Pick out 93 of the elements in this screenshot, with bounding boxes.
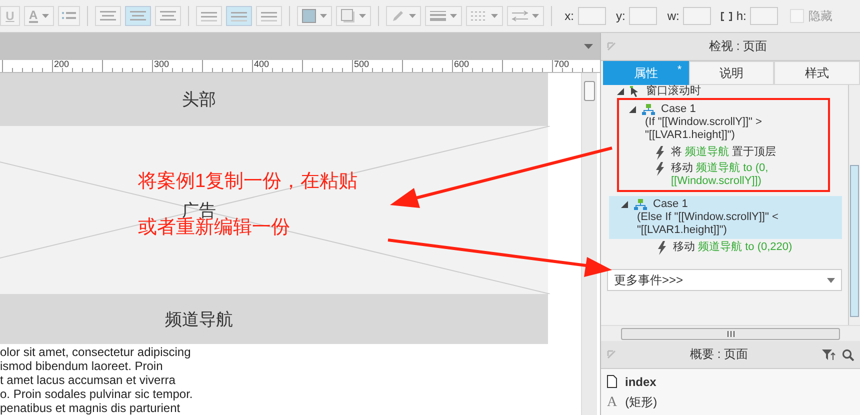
tab[interactable]: 说明 — [688, 61, 774, 85]
align-button[interactable] — [94, 6, 121, 26]
paragraph-line: olor sit amet, consectetur adipiscing — [0, 345, 192, 359]
collapse-icon — [607, 42, 616, 51]
lightning-icon — [655, 162, 665, 176]
paragraph-line: o. Proin sodales pulvinar sic tempor. — [0, 387, 194, 401]
pencil-icon — [390, 9, 405, 23]
event-dropdown[interactable]: 更多事件>>> — [607, 269, 842, 291]
annotation-text: 或者重新编辑一份 — [138, 217, 290, 240]
lines-icon — [260, 10, 278, 22]
input-field[interactable] — [683, 7, 712, 25]
block-label: 广告 — [182, 200, 216, 220]
case-title: Case 1 — [653, 198, 688, 211]
line-width-button[interactable] — [424, 6, 462, 26]
color-swatch-icon — [302, 9, 316, 23]
block-label: 头部 — [182, 89, 216, 111]
align-button[interactable] — [154, 6, 181, 26]
case-condition: (If "[[Window.scrollY]]" > "[[LVAR1.height]]") — [644, 116, 763, 142]
arrow-style-button[interactable] — [506, 6, 544, 26]
filter-icon — [822, 348, 836, 360]
scrollbar[interactable] — [848, 85, 860, 325]
scroll-thumb[interactable] — [584, 81, 595, 101]
list-button[interactable] — [58, 6, 80, 26]
field-label: x: — [564, 9, 574, 23]
checkbox-label: 隐藏 — [808, 8, 832, 24]
field-label: w: — [667, 9, 680, 23]
modified-label: * — [677, 64, 682, 76]
dashed-lines-icon — [470, 10, 487, 22]
page-icon — [607, 375, 617, 388]
outline-item[interactable]: index — [625, 374, 656, 388]
shadow-icon — [340, 9, 355, 23]
collapse-icon — [607, 350, 616, 359]
lines-icon — [200, 10, 218, 22]
expand-icon — [629, 106, 636, 113]
panel-title: 检视 : 页面 — [708, 38, 768, 55]
input-field[interactable] — [750, 7, 778, 25]
panel-title: 概要 : 页面 — [688, 346, 749, 363]
input-field[interactable] — [578, 7, 606, 25]
scrollbar[interactable] — [601, 325, 860, 341]
case-header[interactable]: Case 1 (Else If "[[Window.scrollY]]" < "[[LVAR1.height]]") — [609, 196, 842, 239]
align-icon — [158, 10, 177, 22]
ruler-label: 500 — [354, 59, 370, 69]
outline-item[interactable]: (矩形) — [625, 394, 658, 411]
event-label: 窗口滚动时 — [646, 85, 701, 97]
tab[interactable]: 样式 — [774, 61, 860, 85]
paragraph-line: t amet lacus accumsan et viverra — [0, 373, 176, 387]
scroll-thumb[interactable] — [850, 165, 859, 317]
vertical-align-button[interactable] — [256, 6, 282, 26]
line-color-button[interactable] — [386, 6, 421, 26]
search-icon — [842, 348, 854, 360]
text-shape-icon: A — [607, 394, 618, 410]
paragraph-line: ismod bibendum laoreet. Proin — [0, 359, 164, 373]
lightning-icon — [657, 241, 667, 255]
lines-icon — [230, 10, 248, 22]
scrollbar[interactable] — [581, 73, 597, 415]
grip-icon — [726, 331, 736, 337]
ruler-label: 200 — [54, 59, 70, 69]
line-width-icon — [430, 10, 446, 22]
lightning-icon — [655, 146, 665, 160]
action-text: 移动 频道导航 to (0,220) — [673, 241, 792, 254]
case-icon — [642, 104, 655, 115]
block-label: 频道导航 — [165, 308, 234, 330]
input-field[interactable] — [629, 7, 658, 25]
checkbox[interactable] — [790, 9, 804, 23]
align-icon — [128, 10, 147, 22]
scroll-thumb[interactable] — [621, 328, 840, 340]
shadow-button[interactable] — [336, 6, 371, 26]
ruler-label: 300 — [154, 59, 170, 69]
arrows-icon — [512, 10, 528, 22]
cursor-icon — [630, 86, 640, 96]
paragraph-line: penatibus et magnis dis parturient — [0, 401, 182, 415]
vertical-align-button[interactable] — [196, 6, 222, 26]
ruler-label: 700 — [554, 59, 570, 69]
action-text: 将 频道导航 置于顶层 — [671, 146, 776, 159]
ruler-label: 600 — [454, 59, 470, 69]
case-condition: (Else If "[[Window.scrollY]]" < "[[LVAR1.height]]") — [636, 211, 780, 237]
expand-icon — [617, 88, 624, 94]
action-text: 移动 频道导航 to (0, [[Window.scrollY]]) — [671, 162, 770, 188]
align-button[interactable] — [124, 6, 151, 26]
align-icon — [98, 10, 117, 22]
expand-icon — [621, 201, 628, 208]
vertical-align-button[interactable] — [226, 6, 252, 26]
list-icon — [62, 11, 76, 21]
case-title: Case 1 — [661, 103, 696, 116]
field-label: h: — [736, 9, 746, 23]
annotation-text: 将案例1复制一份，在粘贴 — [138, 170, 358, 194]
caret-icon — [827, 278, 835, 282]
fill-color-button[interactable] — [296, 6, 332, 26]
caret-icon — [584, 44, 593, 49]
case-icon — [634, 199, 647, 210]
field-label: y: — [616, 9, 626, 23]
line-style-button[interactable] — [466, 6, 503, 26]
ruler-label: 400 — [254, 59, 270, 69]
